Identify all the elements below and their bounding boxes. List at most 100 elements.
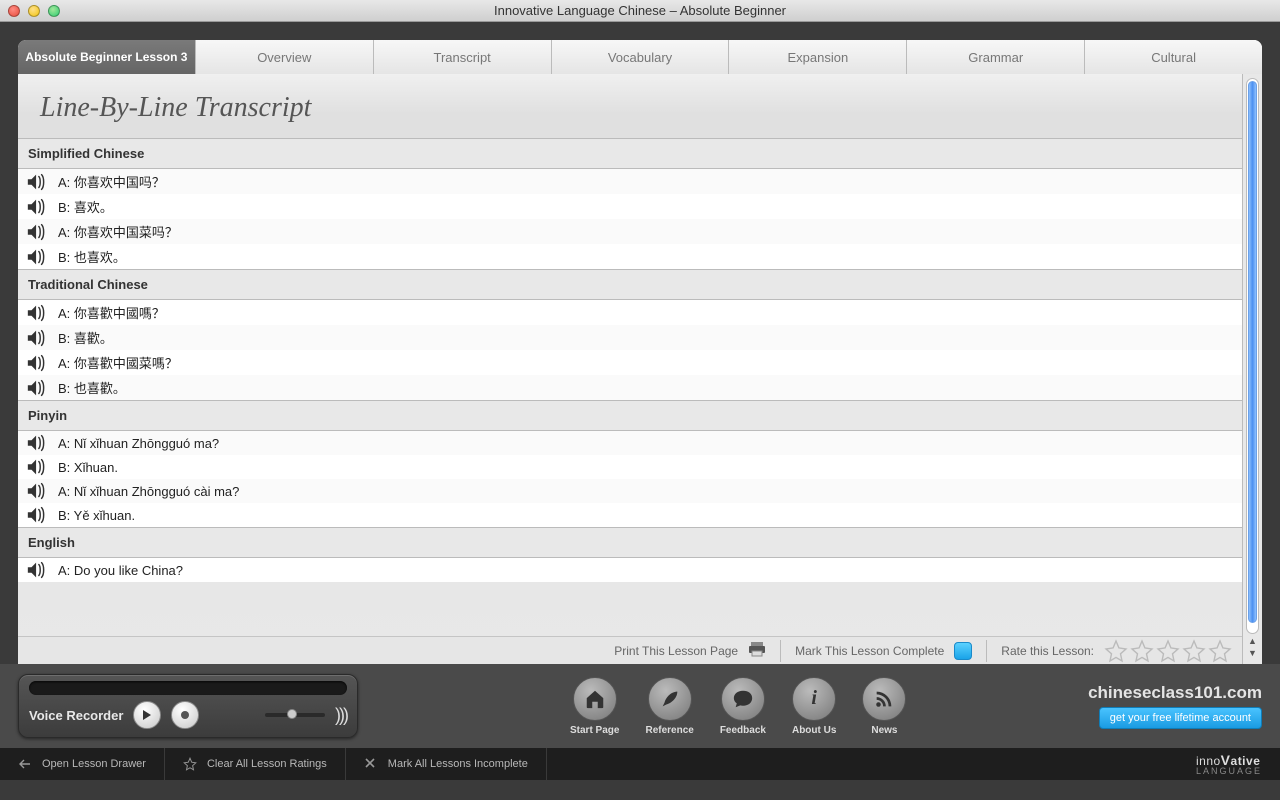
star-1[interactable] [1104, 639, 1128, 663]
transcript-line-text: B: Yě xǐhuan. [58, 508, 135, 523]
recorder-record-button[interactable] [171, 701, 199, 729]
transcript-line-text: B: Xǐhuan. [58, 460, 118, 475]
nav-feedback[interactable]: Feedback [720, 677, 766, 736]
home-icon [573, 677, 617, 721]
play-audio-icon[interactable] [26, 458, 48, 476]
tab-cultural[interactable]: Cultural [1085, 40, 1262, 74]
brand-block: chineseclass101.com get your free lifeti… [1088, 683, 1262, 729]
scroll-thumb[interactable] [1248, 81, 1257, 623]
rss-icon [862, 677, 906, 721]
transcript-line-text: A: Nǐ xǐhuan Zhōngguó ma? [58, 436, 219, 451]
transcript-line: A: 你喜欢中国菜吗？ [18, 219, 1242, 244]
transcript-line-text: A: 你喜歡中國嗎？ [58, 303, 165, 322]
nav-reference[interactable]: Reference [645, 677, 693, 736]
voice-recorder-panel: Voice Recorder ))) [18, 674, 358, 738]
transcript-line: B: Xǐhuan. [18, 455, 1242, 479]
nav-label: Start Page [570, 725, 619, 736]
star-2[interactable] [1130, 639, 1154, 663]
page-heading: Line-By-Line Transcript [18, 74, 1242, 138]
play-audio-icon[interactable] [26, 223, 48, 241]
rating-stars [1104, 639, 1232, 663]
nav-start-page[interactable]: Start Page [570, 677, 619, 736]
feather-icon [648, 677, 692, 721]
separator [780, 640, 781, 662]
traffic-lights [0, 5, 60, 17]
transcript-body: Simplified Chinese A: 你喜欢中国吗？ B: 喜欢。 A: 你喜欢… [18, 138, 1242, 636]
print-lesson-link[interactable]: Print This Lesson Page [614, 644, 738, 658]
brand-site-name: chineseclass101.com [1088, 683, 1262, 703]
volume-icon: ))) [335, 705, 347, 726]
tab-grammar[interactable]: Grammar [907, 40, 1085, 74]
recorder-progress-bar[interactable] [29, 681, 347, 695]
button-label: Open Lesson Drawer [42, 758, 146, 770]
transcript-line: B: 也喜歡。 [18, 375, 1242, 400]
play-audio-icon[interactable] [26, 173, 48, 191]
recorder-play-button[interactable] [133, 701, 161, 729]
window-titlebar: Innovative Language Chinese – Absolute B… [0, 0, 1280, 22]
scroll-track[interactable] [1246, 78, 1259, 634]
play-audio-icon[interactable] [26, 198, 48, 216]
star-outline-icon [183, 757, 197, 771]
x-icon [364, 757, 378, 771]
star-5[interactable] [1208, 639, 1232, 663]
free-account-cta[interactable]: get your free lifetime account [1099, 707, 1262, 729]
button-label: Clear All Lesson Ratings [207, 758, 327, 770]
transcript-line: A: Nǐ xǐhuan Zhōngguó ma? [18, 431, 1242, 455]
transcript-line: A: 你喜歡中國菜嗎？ [18, 350, 1242, 375]
play-audio-icon[interactable] [26, 329, 48, 347]
play-audio-icon[interactable] [26, 561, 48, 579]
recorder-volume-slider[interactable] [265, 713, 325, 717]
recorder-controls: Voice Recorder ))) [29, 701, 347, 729]
transcript-section-header: Pinyin [18, 400, 1242, 431]
play-audio-icon[interactable] [26, 379, 48, 397]
tab-overview[interactable]: Overview [196, 40, 374, 74]
nav-label: Reference [645, 725, 693, 736]
transcript-line-text: A: Do you like China? [58, 563, 183, 578]
play-audio-icon[interactable] [26, 304, 48, 322]
mark-all-incomplete-button[interactable]: Mark All Lessons Incomplete [346, 748, 547, 780]
info-icon: i [792, 677, 836, 721]
star-3[interactable] [1156, 639, 1180, 663]
tab-transcript[interactable]: Transcript [374, 40, 552, 74]
nav-news[interactable]: News [862, 677, 906, 736]
play-audio-icon[interactable] [26, 434, 48, 452]
star-4[interactable] [1182, 639, 1206, 663]
content-area: Line-By-Line Transcript Simplified Chine… [18, 74, 1262, 664]
play-audio-icon[interactable] [26, 354, 48, 372]
transcript-line: B: 喜欢。 [18, 194, 1242, 219]
transcript-line: A: 你喜欢中国吗？ [18, 169, 1242, 194]
speech-bubble-icon [721, 677, 765, 721]
lesson-tabs: Absolute Beginner Lesson 3 Overview Tran… [18, 40, 1262, 74]
scroll-down-arrow[interactable]: ▼ [1246, 648, 1259, 660]
app-frame: Absolute Beginner Lesson 3 Overview Tran… [0, 22, 1280, 664]
tab-vocabulary[interactable]: Vocabulary [552, 40, 730, 74]
tab-expansion[interactable]: Expansion [729, 40, 907, 74]
vertical-scrollbar[interactable]: ▲ ▼ [1242, 74, 1262, 664]
transcript-line: A: Nǐ xǐhuan Zhōngguó cài ma? [18, 479, 1242, 503]
transcript-line-text: A: 你喜欢中国吗？ [58, 172, 165, 191]
play-audio-icon[interactable] [26, 482, 48, 500]
transcript-line-text: B: 也喜欢。 [58, 247, 126, 266]
printer-icon[interactable] [748, 641, 766, 660]
transcript-section-header: Simplified Chinese [18, 138, 1242, 169]
play-audio-icon[interactable] [26, 506, 48, 524]
app-footer-secondary: Open Lesson Drawer Clear All Lesson Rati… [0, 748, 1280, 780]
recorder-label: Voice Recorder [29, 708, 123, 723]
clear-ratings-button[interactable]: Clear All Lesson Ratings [165, 748, 346, 780]
close-window-button[interactable] [8, 5, 20, 17]
company-brand: innoVative LANGUAGE [1196, 752, 1280, 776]
separator [986, 640, 987, 662]
minimize-window-button[interactable] [28, 5, 40, 17]
mark-complete-link[interactable]: Mark This Lesson Complete [795, 644, 944, 658]
transcript-section-header: Traditional Chinese [18, 269, 1242, 300]
transcript-line-text: B: 喜欢。 [58, 197, 113, 216]
nav-label: News [871, 725, 897, 736]
mark-complete-checkbox[interactable] [954, 642, 972, 660]
nav-about-us[interactable]: i About Us [792, 677, 836, 736]
rate-lesson-label: Rate this Lesson: [1001, 644, 1094, 658]
tab-lesson-title[interactable]: Absolute Beginner Lesson 3 [18, 40, 196, 74]
open-lesson-drawer-button[interactable]: Open Lesson Drawer [0, 748, 165, 780]
scroll-up-arrow[interactable]: ▲ [1246, 636, 1259, 648]
play-audio-icon[interactable] [26, 248, 48, 266]
zoom-window-button[interactable] [48, 5, 60, 17]
